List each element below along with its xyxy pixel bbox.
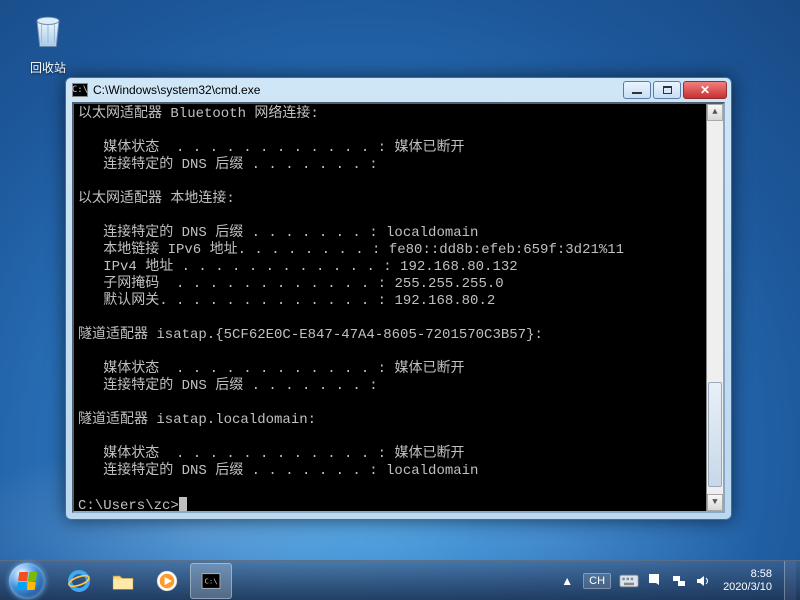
media-player-icon [154, 568, 180, 594]
system-tray: ▲ CH 8:58 2020/3/10 [555, 561, 800, 600]
ie-icon [66, 568, 92, 594]
cmd-window: C:\ C:\Windows\system32\cmd.exe ✕ 以太网适配器… [65, 77, 732, 520]
recycle-bin-icon [26, 8, 70, 52]
keyboard-icon[interactable] [619, 574, 639, 588]
close-button[interactable]: ✕ [683, 81, 727, 99]
show-desktop-button[interactable] [784, 561, 796, 600]
scroll-thumb[interactable] [708, 382, 722, 486]
cmd-icon: C:\ [198, 568, 224, 594]
minimize-button[interactable] [623, 81, 651, 99]
scroll-up-button[interactable]: ▲ [707, 104, 723, 121]
terminal-cursor [179, 497, 187, 511]
clock-date: 2020/3/10 [723, 581, 772, 594]
network-icon[interactable] [671, 573, 687, 589]
start-button[interactable] [0, 561, 54, 600]
ime-indicator[interactable]: CH [583, 573, 611, 589]
titlebar[interactable]: C:\ C:\Windows\system32\cmd.exe ✕ [66, 78, 731, 102]
scroll-down-button[interactable]: ▼ [707, 494, 723, 511]
clock-time: 8:58 [723, 568, 772, 581]
taskbar: C:\ ▲ CH 8:58 2020/3/10 [0, 560, 800, 600]
desktop-icon-label: 回收站 [18, 59, 78, 76]
volume-icon[interactable] [695, 573, 711, 589]
svg-text:C:\: C:\ [205, 576, 218, 585]
terminal-scrollbar[interactable]: ▲ ▼ [706, 104, 723, 511]
window-title: C:\Windows\system32\cmd.exe [93, 83, 623, 97]
start-orb-icon [9, 563, 45, 599]
terminal-area[interactable]: 以太网适配器 Bluetooth 网络连接: 媒体状态 . . . . . . … [72, 102, 725, 513]
cmd-app-icon: C:\ [72, 83, 88, 97]
maximize-button[interactable] [653, 81, 681, 99]
taskbar-pin-explorer[interactable] [102, 563, 144, 599]
taskbar-item-cmd[interactable]: C:\ [190, 563, 232, 599]
taskbar-pin-mediaplayer[interactable] [146, 563, 188, 599]
desktop-icon-recycle-bin[interactable]: 回收站 [18, 8, 78, 76]
action-center-icon[interactable] [647, 573, 663, 589]
taskbar-pin-ie[interactable] [58, 563, 100, 599]
scroll-track[interactable] [707, 121, 723, 494]
tray-chevron-icon[interactable]: ▲ [559, 573, 575, 589]
folder-icon [110, 568, 136, 594]
taskbar-clock[interactable]: 8:58 2020/3/10 [719, 568, 776, 594]
terminal-output: 以太网适配器 Bluetooth 网络连接: 媒体状态 . . . . . . … [74, 104, 721, 513]
